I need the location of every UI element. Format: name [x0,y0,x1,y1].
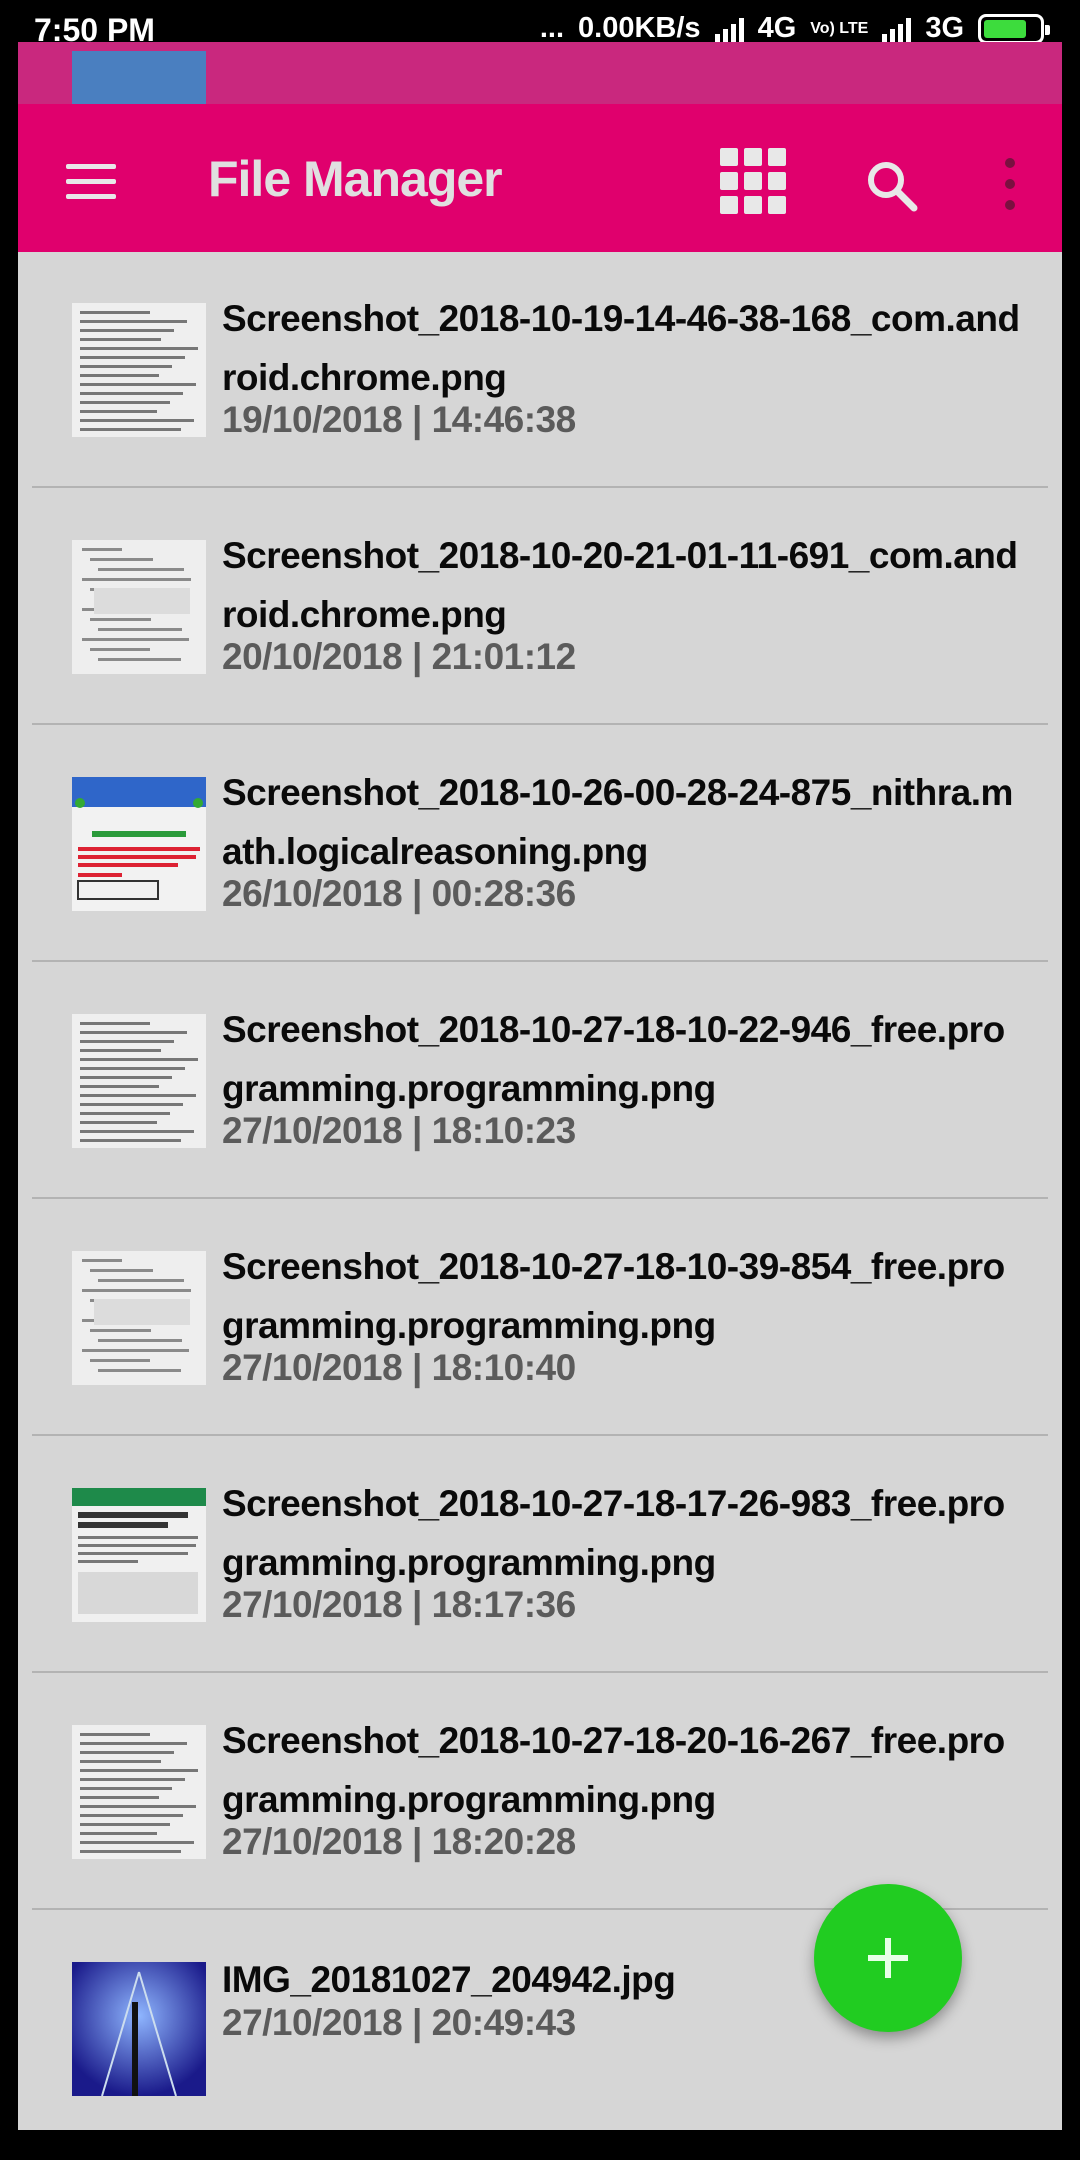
file-name: Screenshot_2018-10-19-14-46-38-168_com.a… [222,298,1020,398]
file-list-item[interactable]: Screenshot_2018-10-26-00-28-24-875_nithr… [32,725,1048,962]
add-fab-button[interactable] [814,1884,962,2032]
file-list: 17/10/2018 | 09:16:56Screenshot_2018-10-… [32,51,1048,2130]
search-icon[interactable] [862,156,922,216]
volte-label: Vo) LTE [810,20,869,37]
file-date: 20/10/2018 | 21:01:12 [222,636,576,677]
screenshot-thumbnail [72,777,206,911]
file-name: Screenshot_2018-10-26-00-28-24-875_nithr… [222,772,1013,872]
file-date: 26/10/2018 | 00:28:36 [222,873,576,914]
file-name: Screenshot_2018-10-27-18-10-22-946_free.… [222,1009,1005,1109]
file-list-item[interactable]: Screenshot_2018-10-20-21-01-11-691_com.a… [32,488,1048,725]
signal-icon [882,16,912,42]
image-thumbnail [72,1962,206,2096]
app-bar: File Manager [18,104,1062,252]
file-name: Screenshot_2018-10-20-21-01-11-691_com.a… [222,535,1018,635]
signal-icon [714,16,744,42]
network-speed: 0.00KB/s [578,12,701,44]
more-vertical-icon[interactable] [1000,158,1020,210]
file-name: Screenshot_2018-10-27-18-10-39-854_free.… [222,1246,1005,1346]
notification-dots: ... [539,12,565,44]
battery-level [984,19,1026,38]
file-date: 27/10/2018 | 18:17:36 [222,1584,576,1625]
file-date: 27/10/2018 | 18:10:40 [222,1347,576,1388]
screenshot-thumbnail [72,540,206,674]
file-date: 19/10/2018 | 14:46:38 [222,399,576,440]
file-list-item[interactable]: Screenshot_2018-10-27-18-10-39-854_free.… [32,1199,1048,1436]
screenshot-thumbnail [72,1014,206,1148]
grid-view-icon[interactable] [720,148,786,214]
network-type-1: 4G [757,12,797,44]
file-list-item[interactable]: Screenshot_2018-10-27-18-20-16-267_free.… [32,1673,1048,1910]
file-name: Screenshot_2018-10-27-18-17-26-983_free.… [222,1483,1005,1583]
screenshot-thumbnail [72,303,206,437]
screenshot-thumbnail [72,1251,206,1385]
screenshot-thumbnail [72,1488,206,1622]
file-manager-app: File Manager 17/10/2018 | 09:16:56Screen… [18,42,1062,2130]
status-icons: ... 0.00KB/s 4G Vo) LTE 3G [539,12,1050,45]
file-date: 27/10/2018 | 18:10:23 [222,1110,576,1151]
file-date: 27/10/2018 | 18:20:28 [222,1821,576,1862]
screenshot-thumbnail [72,1725,206,1859]
file-list-item[interactable]: Screenshot_2018-10-27-18-17-26-983_free.… [32,1436,1048,1673]
file-name: Screenshot_2018-10-27-18-20-16-267_free.… [222,1720,1005,1820]
file-list-item[interactable]: Screenshot_2018-10-19-14-46-38-168_com.a… [32,251,1048,488]
hamburger-menu-icon[interactable] [66,164,116,200]
battery-icon [978,13,1050,44]
file-list-item[interactable]: Screenshot_2018-10-27-18-10-22-946_free.… [32,962,1048,1199]
app-title: File Manager [208,151,503,207]
file-date: 27/10/2018 | 20:49:43 [222,2002,576,2043]
network-type-2: 3G [925,12,964,44]
